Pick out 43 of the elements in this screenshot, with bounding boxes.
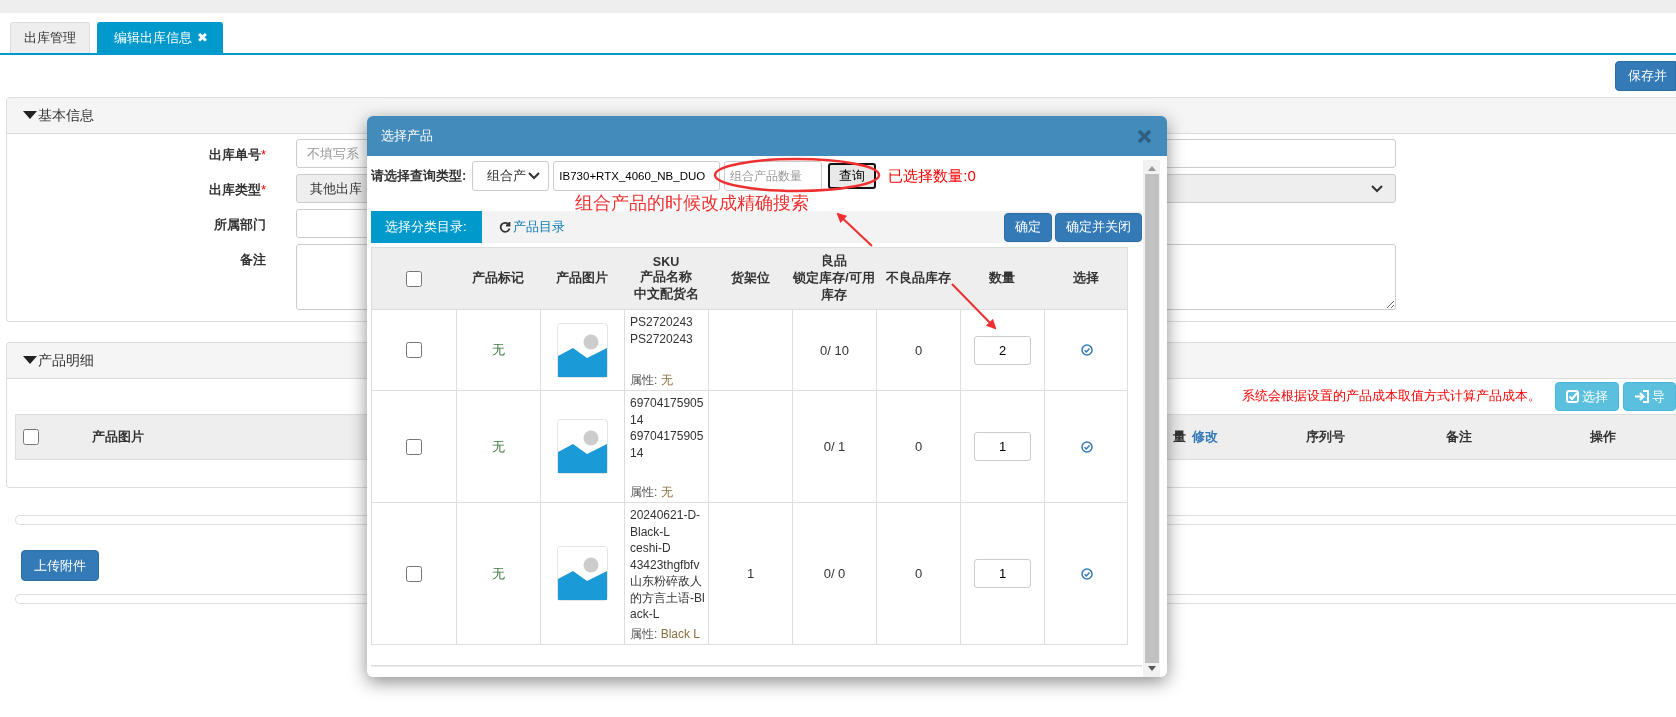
mark-text: 无 — [492, 341, 505, 359]
field-label: 备注 — [240, 252, 266, 267]
stock-text: 0/ 1 — [823, 439, 846, 454]
required-mark: * — [260, 147, 266, 162]
required-mark: * — [260, 182, 266, 197]
mark-text: 无 — [492, 564, 505, 583]
query-type-label: 请选择查询类型: — [371, 167, 467, 185]
column-header: 货架位 — [730, 270, 770, 287]
sku-text: PS2720243 PS2720243 — [630, 314, 693, 348]
column-header: 备注 — [1446, 428, 1472, 446]
column-header: 选择 — [1073, 270, 1099, 287]
stock-text: 0/ 10 — [820, 342, 849, 358]
field-label: 出库类型 — [208, 182, 261, 197]
defective-stock-text: 0 — [914, 439, 923, 454]
field-label: 出库单号 — [208, 147, 261, 162]
panel-title: 基本信息 — [38, 106, 94, 125]
selected-count: 已选择数量:0 — [888, 166, 976, 186]
column-header: 序列号 — [1305, 428, 1345, 446]
attribute-text: 属性: 无 — [630, 483, 673, 500]
column-header: 产品图片 — [92, 428, 144, 446]
attribute-text: 属性: Black L — [630, 625, 701, 642]
shelf-text: 1 — [746, 566, 755, 581]
modal-title: 选择产品 — [381, 127, 433, 145]
column-header: 产品图片 — [556, 270, 608, 287]
column-header: 操作 — [1590, 428, 1616, 446]
column-header: SKU 产品名称 中文配货名 — [633, 254, 699, 303]
attribute-text: 属性: 无 — [630, 371, 673, 388]
defective-stock-text: 0 — [914, 566, 923, 581]
cost-notice: 系统会根据设置的产品成本取值方式计算产品成本。 — [1242, 388, 1541, 405]
sku-text: 6970417590514 6970417590514 — [630, 395, 705, 462]
column-header: 数量 — [989, 270, 1015, 287]
column-header: 不良品库存 — [885, 270, 951, 287]
panel-title: 产品明细 — [38, 351, 94, 370]
column-header: 良品 锁定库存/可用库存 — [792, 253, 876, 304]
column-header: 量 — [1173, 428, 1186, 446]
sku-text: 20240621-D-Black-L ceshi-D 43423thgfbfv 山东粉碎敌人的方言土语-Black-L — [630, 507, 706, 623]
stock-text: 0/ 0 — [823, 566, 846, 581]
field-label: 所属部门 — [214, 217, 266, 232]
category-label: 选择分类目录: — [371, 211, 482, 243]
defective-stock-text: 0 — [914, 342, 923, 358]
annotation-text: 组合产品的时候改成精确搜索 — [575, 194, 809, 212]
column-header: 产品标记 — [472, 270, 524, 287]
mark-text: 无 — [492, 437, 505, 456]
